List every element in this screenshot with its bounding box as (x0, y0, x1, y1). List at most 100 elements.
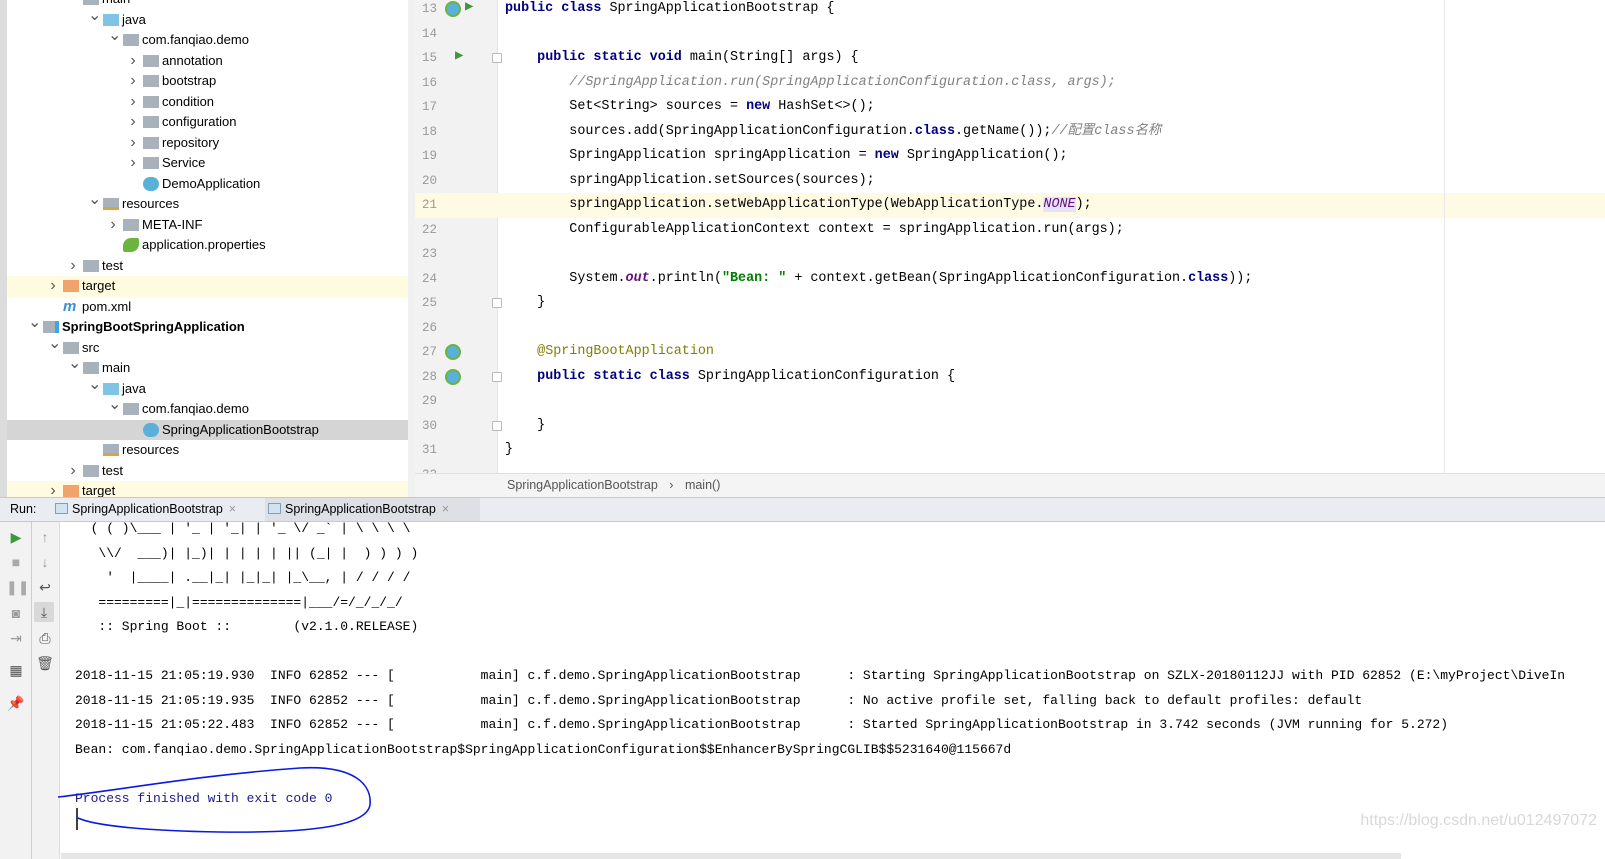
chevron-down-icon[interactable]: ⌄ (88, 375, 101, 396)
chevron-right-icon[interactable]: › (128, 51, 138, 72)
fold-marker-icon[interactable] (492, 420, 502, 431)
run-icon[interactable]: ▶ (455, 48, 471, 64)
chevron-right-icon[interactable]: › (68, 256, 78, 277)
code-line[interactable]: 27 @SpringBootApplication (415, 340, 1605, 365)
chevron-down-icon[interactable]: ⌄ (108, 395, 121, 416)
tree-item[interactable]: › test (7, 461, 415, 482)
code-line[interactable]: 15 ▶ public static void main(String[] arg… (415, 46, 1605, 71)
chevron-right-icon[interactable]: › (128, 92, 138, 113)
chevron-down-icon[interactable]: ⌄ (88, 190, 101, 211)
chevron-down-icon[interactable]: ⌄ (108, 26, 121, 47)
console-horizontal-scrollbar[interactable] (61, 853, 1401, 859)
tree-item[interactable]: resources (7, 440, 415, 461)
tree-item[interactable]: ⌄ java (7, 7, 415, 31)
tree-item[interactable]: › repository (7, 133, 415, 154)
console-line: ( ( )\___ | '_ | '_| | '_ \/ _` | \ \ \ … (75, 522, 411, 536)
chevron-down-icon[interactable]: ⌄ (48, 334, 61, 355)
chevron-right-icon[interactable]: › (108, 215, 118, 236)
tree-item[interactable]: m pom.xml (7, 297, 415, 318)
fold-marker-icon[interactable] (492, 298, 502, 308)
camera-icon[interactable]: ◙ (6, 603, 26, 623)
tree-item[interactable]: › annotation (7, 51, 415, 72)
up-arrow-icon[interactable]: ↑ (35, 527, 55, 547)
chevron-right-icon[interactable]: › (128, 133, 138, 154)
tree-item[interactable]: ⌄ resources (7, 191, 415, 215)
chevron-right-icon[interactable]: › (48, 481, 58, 497)
code-line[interactable]: 17 Set<String> sources = new HashSet<>()… (415, 95, 1605, 120)
breadcrumb-method[interactable]: main() (685, 478, 720, 492)
breadcrumb-file[interactable]: SpringApplicationBootstrap (507, 478, 658, 492)
chevron-down-icon[interactable]: ⌄ (28, 313, 41, 334)
close-icon[interactable]: × (442, 502, 449, 516)
down-arrow-icon[interactable]: ↓ (35, 552, 55, 572)
code-editor[interactable]: 13 ▶ public class SpringApplicationBootstr… (415, 0, 1605, 473)
code-line[interactable]: 19 SpringApplication springApplication =… (415, 144, 1605, 169)
close-icon[interactable]: × (229, 502, 236, 516)
spring-bean-icon[interactable] (445, 368, 461, 385)
code-line[interactable]: 28 public static class SpringApplication… (415, 365, 1605, 390)
chevron-right-icon[interactable]: › (48, 276, 58, 297)
tree-scrollbar[interactable] (408, 0, 415, 497)
code-line[interactable]: 21 springApplication.setWebApplicationTy… (415, 193, 1605, 218)
tree-item[interactable]: SpringApplicationBootstrap (7, 419, 415, 440)
code-line[interactable]: 31} (415, 438, 1605, 463)
tree-item[interactable]: application.properties (7, 235, 415, 256)
chevron-down-icon[interactable]: ⌄ (88, 6, 101, 27)
tree-item[interactable]: › Service (7, 153, 415, 174)
tree-item[interactable]: › bootstrap (7, 71, 415, 92)
tree-item[interactable]: ⌄ com.fanqiao.demo (7, 27, 415, 51)
layout-icon[interactable]: ▦ (6, 660, 26, 680)
chevron-down-icon[interactable]: ⌄ (68, 354, 81, 375)
line-number: 25 (421, 296, 437, 310)
scroll-to-end-icon[interactable]: ⤓ (34, 602, 54, 622)
project-tree[interactable]: ⌄main⌄java⌄com.fanqiao.demo›annotation›b… (0, 0, 415, 497)
rerun-icon[interactable]: ▶ (6, 527, 26, 547)
code-line[interactable]: 22 ConfigurableApplicationContext contex… (415, 218, 1605, 243)
fold-marker-icon[interactable] (492, 371, 502, 382)
spring-search-icon[interactable] (445, 344, 461, 360)
code-line[interactable]: 18 sources.add(SpringApplicationConfigur… (415, 120, 1605, 145)
code-line[interactable]: 32 (415, 463, 1605, 474)
run-icon[interactable]: ▶ (465, 0, 481, 15)
chevron-right-icon[interactable]: › (68, 461, 78, 482)
code-line[interactable]: 20 springApplication.setSources(sources)… (415, 169, 1605, 194)
print-icon[interactable]: ⎙ (35, 628, 55, 648)
tree-item[interactable]: › META-INF (7, 215, 415, 236)
tree-item[interactable]: › target (7, 276, 415, 297)
tree-item[interactable]: ⌄ main (7, 355, 415, 379)
run-tab-1[interactable]: SpringApplicationBootstrap × (52, 498, 256, 521)
tree-item[interactable]: › target (7, 481, 415, 497)
trash-icon[interactable]: 🗑 (35, 653, 55, 673)
code-line[interactable]: 14 (415, 22, 1605, 47)
code-line[interactable]: 24 System.out.println("Bean: " + context… (415, 267, 1605, 292)
stop-icon[interactable]: ■ (6, 552, 26, 572)
line-number: 20 (421, 173, 437, 188)
tree-item[interactable]: › test (7, 256, 415, 277)
run-tab-2[interactable]: SpringApplicationBootstrap × (265, 498, 480, 521)
code-line[interactable]: 30 } (415, 414, 1605, 439)
console-output[interactable]: ( ( )\___ | '_ | '_| | '_ \/ _` | \ \ \ … (61, 522, 1605, 859)
code-line[interactable]: 26 (415, 316, 1605, 341)
tree-item[interactable]: ⌄ com.fanqiao.demo (7, 396, 415, 420)
soft-wrap-icon[interactable]: ↩ (35, 577, 55, 597)
pause-icon[interactable]: ❚❚ (6, 577, 29, 597)
code-line[interactable]: 13 ▶ public class SpringApplicationBootstr… (415, 0, 1605, 22)
code-line[interactable]: 16 //SpringApplication.run(SpringApplica… (415, 71, 1605, 96)
tree-item[interactable]: › condition (7, 92, 415, 113)
chevron-right-icon[interactable]: › (128, 153, 138, 174)
chevron-right-icon[interactable]: › (128, 112, 138, 133)
tree-item[interactable]: ⌄ main (7, 0, 415, 10)
pin-icon[interactable]: 📌 (6, 693, 26, 713)
login-icon[interactable]: ⇥ (6, 628, 26, 648)
tree-item[interactable]: › configuration (7, 112, 415, 133)
fold-marker-icon[interactable] (492, 53, 502, 63)
tree-item[interactable]: ⌄ SpringBootSpringApplication (7, 314, 415, 338)
code-line[interactable]: 29 (415, 389, 1605, 414)
tree-item[interactable]: DemoApplication (7, 174, 415, 195)
tree-item[interactable]: ⌄ java (7, 376, 415, 400)
code-line[interactable]: 25 } (415, 291, 1605, 316)
chevron-right-icon[interactable]: › (128, 71, 138, 92)
spring-bean-icon[interactable] (445, 1, 461, 17)
code-line[interactable]: 23 (415, 242, 1605, 267)
chevron-down-icon[interactable]: ⌄ (68, 0, 81, 6)
